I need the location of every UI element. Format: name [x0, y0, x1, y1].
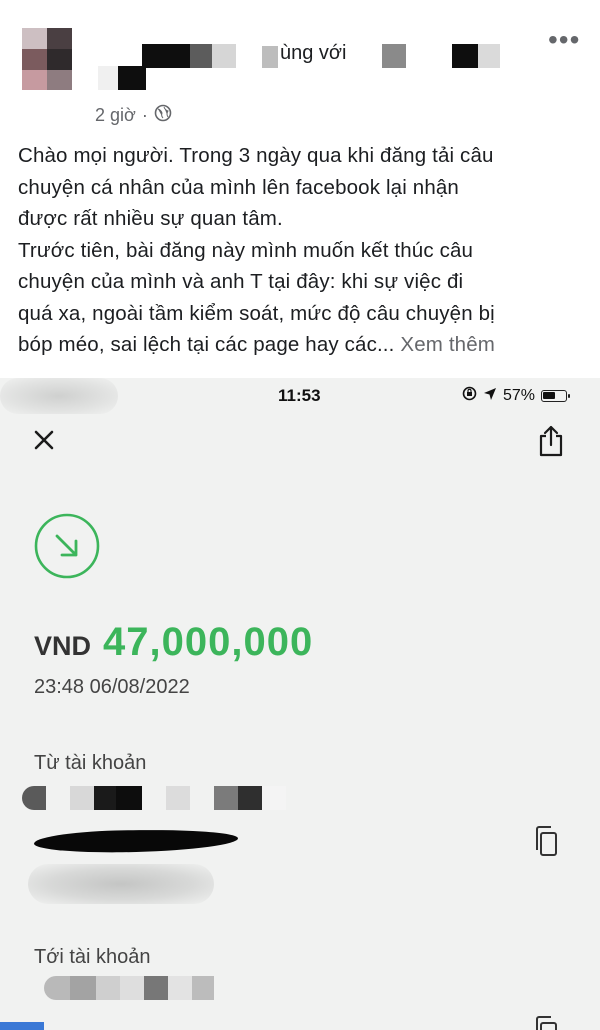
location-arrow-icon: [483, 387, 497, 406]
post-body-line-last: bóp méo, sai lệch tại các page hay các..…: [18, 329, 588, 361]
incoming-arrow-icon: [34, 513, 100, 579]
facebook-post: ùng với ••• 2 giờ · Chào mọi người. Tron…: [0, 0, 600, 378]
post-time[interactable]: 2 giờ: [95, 105, 136, 126]
post-body-line-text: bóp méo, sai lệch tại các page hay các..…: [18, 333, 395, 356]
phone-status-bar: 11:53 57%: [0, 378, 600, 414]
meta-separator: ·: [141, 105, 148, 125]
post-image-bank-receipt[interactable]: 11:53 57% VND 47,000,000 23:48 06/08/202…: [0, 378, 600, 1030]
close-icon[interactable]: [32, 428, 58, 454]
currency-code: VND: [34, 631, 92, 661]
amount-value: 47,000,000: [103, 620, 314, 664]
to-account-label: Tới tài khoản: [34, 946, 151, 968]
avatar[interactable]: [22, 28, 72, 90]
post-meta: 2 giờ ·: [95, 104, 172, 127]
transaction-amount: VND 47,000,000: [34, 620, 313, 665]
copy-icon[interactable]: [532, 824, 562, 860]
globe-icon: [154, 104, 172, 127]
more-options-button[interactable]: •••: [548, 26, 580, 54]
battery-icon: [541, 390, 571, 402]
post-body-line: chuyện cá nhân của mình lên facebook lại…: [18, 175, 459, 199]
status-indicators: 57%: [462, 386, 571, 406]
from-account-label: Từ tài khoản: [34, 752, 147, 774]
copy-icon[interactable]: [532, 1014, 562, 1030]
post-body-line: chuyện của mình và anh T tại đây: khi sự…: [18, 270, 464, 293]
blurred-carrier: [0, 378, 118, 414]
post-body-line: Chào mọi người. Trong 3 ngày qua khi đăn…: [18, 144, 494, 167]
post-body-line: Trước tiên, bài đăng này mình muốn kết t…: [18, 238, 474, 262]
post-body-line: quá xa, ngoài tầm kiểm soát, mức độ câu …: [18, 301, 495, 325]
post-body: Chào mọi người. Trong 3 ngày qua khi đăn…: [18, 140, 588, 361]
battery-percent: 57%: [503, 387, 536, 404]
see-more-link[interactable]: Xem thêm: [400, 333, 495, 356]
tagged-with-text: ùng với: [280, 42, 347, 64]
battery-level: [543, 392, 556, 399]
transaction-datetime: 23:48 06/08/2022: [34, 676, 190, 698]
share-icon[interactable]: [536, 424, 566, 458]
post-body-line: được rất nhiều sự quan tâm.: [18, 207, 283, 230]
page-edge-strip: [0, 1022, 44, 1030]
rotation-lock-icon: [462, 386, 477, 406]
status-clock: 11:53: [278, 386, 321, 405]
